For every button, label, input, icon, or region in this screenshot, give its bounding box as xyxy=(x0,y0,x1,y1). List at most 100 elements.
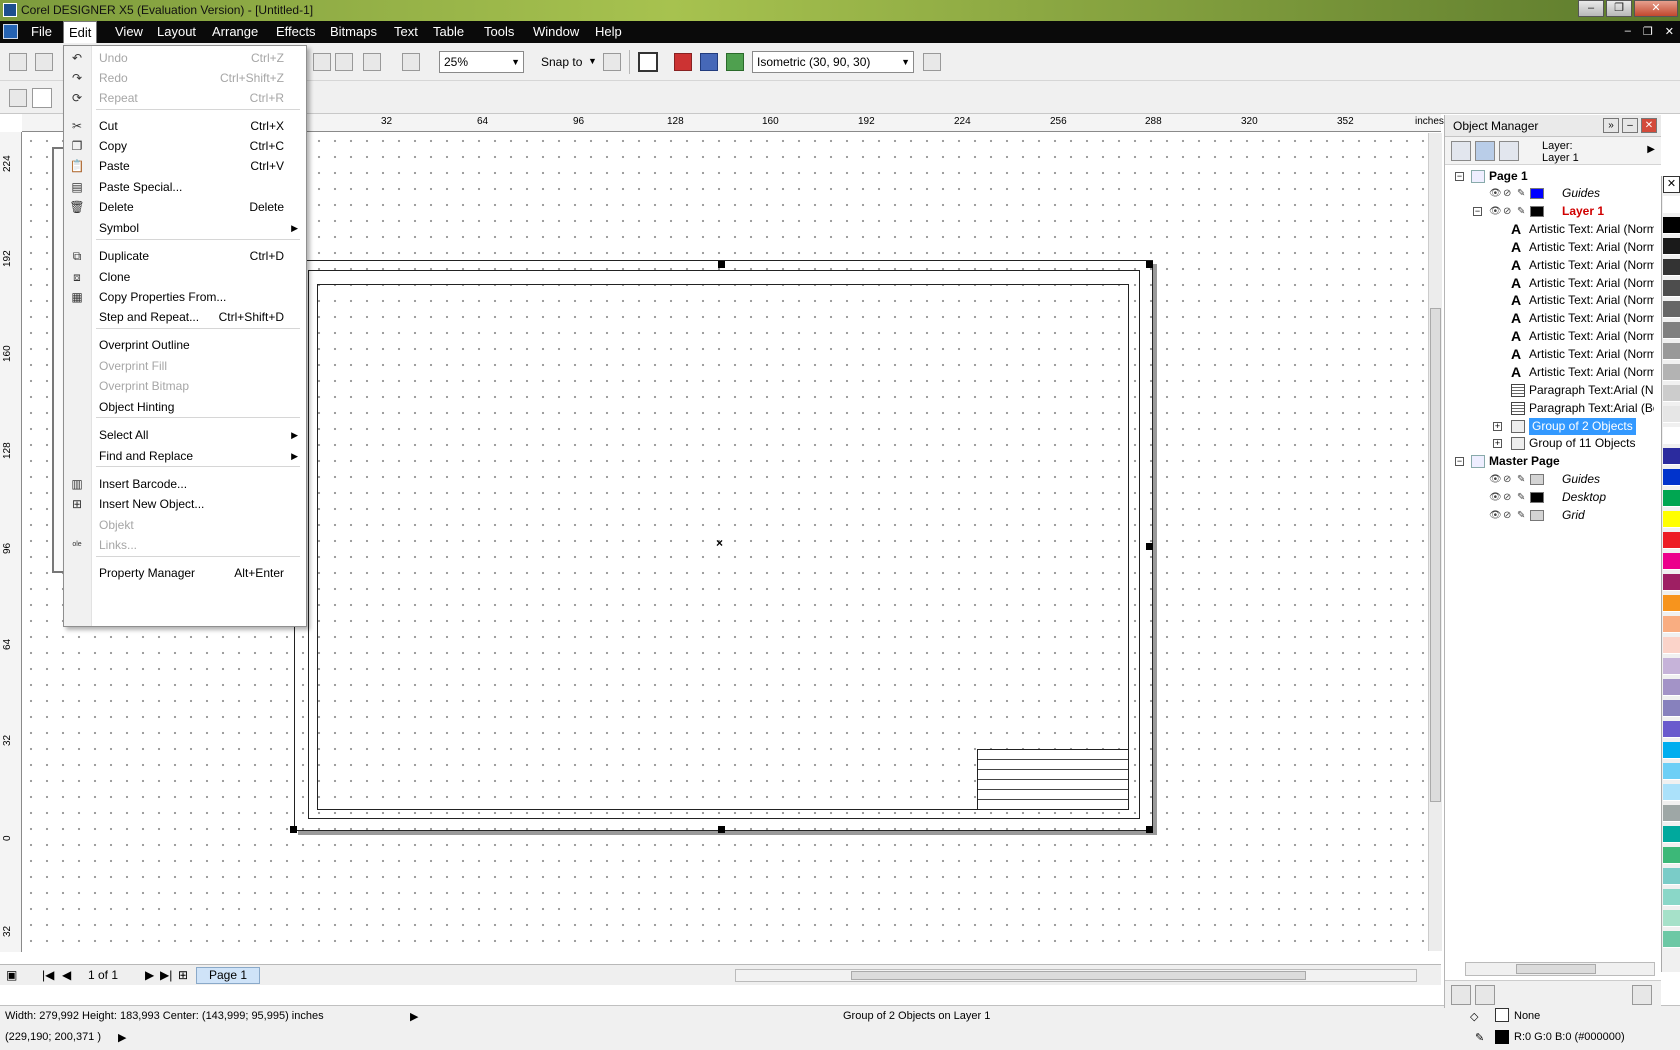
color-swatch[interactable] xyxy=(1663,637,1680,654)
selection-handle[interactable] xyxy=(718,261,725,268)
tree-node-master-page[interactable]: − Master Page xyxy=(1449,453,1654,470)
close-icon[interactable]: ✕ xyxy=(1634,0,1678,17)
object-tree[interactable]: − Page 1 👁 ⊘ ✎ Guides − 👁 ⊘ ✎ Layer 1 A Artistic Tex… xyxy=(1449,168,1654,958)
menu-item-step-and-repeat[interactable]: Step and Repeat... Ctrl+Shift+D xyxy=(64,307,306,327)
collapse-panel-icon[interactable]: » xyxy=(1603,118,1619,133)
tree-node-layer-1[interactable]: − 👁 ⊘ ✎ Layer 1 xyxy=(1449,203,1654,220)
page-view-icon[interactable] xyxy=(402,53,420,71)
color-swatch[interactable] xyxy=(1663,280,1680,297)
frame-icon[interactable] xyxy=(638,52,658,72)
color-swatch[interactable] xyxy=(1663,469,1680,486)
fill-bucket-icon[interactable] xyxy=(9,89,27,107)
visibility-eye-icon[interactable]: 👁 xyxy=(1489,206,1502,217)
tree-node-artistic-text-arial-norm[interactable]: A Artistic Text: Arial (Norm xyxy=(1449,239,1654,256)
lock-pencil-icon[interactable]: ✎ xyxy=(1517,492,1529,503)
tree-node-paragraph-text-arial-bol[interactable]: Paragraph Text:Arial (Bol xyxy=(1449,400,1654,417)
show-properties-icon[interactable] xyxy=(1451,141,1471,161)
color-palette[interactable]: ✕ xyxy=(1661,176,1680,972)
last-page-icon[interactable]: ▶| xyxy=(160,968,172,982)
panel-minimize-icon[interactable]: – xyxy=(1622,118,1638,133)
tree-node-artistic-text-arial-norm[interactable]: A Artistic Text: Arial (Norm xyxy=(1449,275,1654,292)
menu-item-clone[interactable]: ⧈ Clone xyxy=(64,267,306,287)
tree-node-artistic-text-arial-norm[interactable]: A Artistic Text: Arial (Norm xyxy=(1449,221,1654,238)
snap-to-dropdown[interactable]: Snap to xyxy=(541,55,582,69)
color-swatch[interactable] xyxy=(1663,763,1680,780)
lock-pencil-icon[interactable]: ✎ xyxy=(1517,474,1529,485)
next-page-icon[interactable]: ▶ xyxy=(145,968,154,982)
collapse-toggle-icon[interactable]: − xyxy=(1455,457,1464,466)
print-toggle-icon[interactable]: ⊘ xyxy=(1503,206,1515,217)
copy-properties-toolbar-icon[interactable] xyxy=(335,53,353,71)
menu-item-overprint-outline[interactable]: Overprint Outline xyxy=(64,335,306,355)
lock-pencil-icon[interactable]: ✎ xyxy=(1517,206,1529,217)
color-swatch[interactable] xyxy=(1663,385,1680,402)
menu-help[interactable]: Help xyxy=(590,21,627,43)
color-swatch[interactable] xyxy=(1663,322,1680,339)
menu-window[interactable]: Window xyxy=(528,21,584,43)
doc-close-icon[interactable]: ✕ xyxy=(1665,25,1674,38)
no-fill-icon[interactable] xyxy=(32,88,52,108)
color-swatch[interactable] xyxy=(1663,595,1680,612)
menu-edit[interactable]: Edit xyxy=(63,21,98,43)
tree-node-grid[interactable]: 👁 ⊘ ✎ Grid xyxy=(1449,507,1654,524)
doc-minimize-icon[interactable]: – xyxy=(1625,25,1631,38)
color-swatch[interactable] xyxy=(1663,490,1680,507)
color-swatch[interactable] xyxy=(1663,616,1680,633)
menu-item-copy-properties-from[interactable]: ▦ Copy Properties From... xyxy=(64,287,306,307)
vertical-scrollbar[interactable] xyxy=(1428,133,1442,951)
menu-item-duplicate[interactable]: ⧉ Duplicate Ctrl+D xyxy=(64,246,306,266)
center-marker-icon[interactable]: × xyxy=(716,536,723,550)
menu-item-copy[interactable]: ❐ Copy Ctrl+C xyxy=(64,136,306,156)
color-swatch[interactable] xyxy=(1663,217,1680,234)
tab-page-1[interactable]: Page 1 xyxy=(196,967,260,984)
collapse-toggle-icon[interactable]: − xyxy=(1473,207,1482,216)
color-swatch[interactable] xyxy=(1663,826,1680,843)
selection-handle[interactable] xyxy=(290,826,297,833)
expand-toggle-icon[interactable]: + xyxy=(1493,439,1502,448)
color-swatch[interactable] xyxy=(1663,658,1680,675)
minimize-icon[interactable]: – xyxy=(1578,0,1604,17)
panel-close-icon[interactable]: ✕ xyxy=(1641,118,1657,133)
tree-node-artistic-text-arial-norm[interactable]: A Artistic Text: Arial (Norm xyxy=(1449,310,1654,327)
menu-item-property-manager[interactable]: Property Manager Alt+Enter xyxy=(64,563,306,583)
tree-node-artistic-text-arial-norm[interactable]: A Artistic Text: Arial (Norm xyxy=(1449,364,1654,381)
color-swatch[interactable] xyxy=(1663,868,1680,885)
menu-tools[interactable]: Tools xyxy=(479,21,519,43)
snap-options-icon[interactable] xyxy=(603,53,621,71)
color-swatch[interactable] xyxy=(1663,889,1680,906)
menu-view[interactable]: View xyxy=(110,21,148,43)
color-swatch[interactable] xyxy=(1663,301,1680,318)
vertical-ruler[interactable]: 224 192 160 128 96 64 32 0 32 xyxy=(0,132,22,952)
menu-item-object-hinting[interactable]: Object Hinting xyxy=(64,397,306,417)
edit-across-layers-icon[interactable] xyxy=(1475,141,1495,161)
zoom-level-select[interactable]: 25% ▼ xyxy=(439,51,524,73)
color-swatch[interactable] xyxy=(1663,343,1680,360)
menu-effects[interactable]: Effects xyxy=(271,21,321,43)
visibility-eye-icon[interactable]: 👁 xyxy=(1489,188,1502,199)
visibility-eye-icon[interactable]: 👁 xyxy=(1489,492,1502,503)
new-document-icon[interactable] xyxy=(9,53,27,71)
menu-item-paste[interactable]: 📋 Paste Ctrl+V xyxy=(64,156,306,176)
new-layer-icon[interactable] xyxy=(1451,985,1471,1005)
projection-select[interactable]: Isometric (30, 90, 30) ▼ xyxy=(752,51,914,73)
print-toggle-icon[interactable]: ⊘ xyxy=(1503,474,1515,485)
tree-node-guides[interactable]: 👁 ⊘ ✎ Guides xyxy=(1449,185,1654,202)
tree-node-artistic-text-arial-norm[interactable]: A Artistic Text: Arial (Norm xyxy=(1449,328,1654,345)
color-swatch[interactable] xyxy=(1663,196,1680,213)
color-swatch[interactable] xyxy=(1663,406,1680,423)
document-icon[interactable] xyxy=(3,24,18,39)
menu-item-insert-barcode[interactable]: ▥ Insert Barcode... xyxy=(64,474,306,494)
coords-expand-icon[interactable]: ▶ xyxy=(118,1031,126,1044)
selection-handle[interactable] xyxy=(1146,543,1153,550)
scroll-thumb[interactable] xyxy=(851,971,1306,980)
color-swatch[interactable] xyxy=(1663,238,1680,255)
menu-item-select-all[interactable]: Select All ▶ xyxy=(64,425,306,445)
menu-item-paste-special[interactable]: ▤ Paste Special... xyxy=(64,177,306,197)
flyout-arrow-icon[interactable]: ▶ xyxy=(1647,144,1655,155)
expand-toggle-icon[interactable]: + xyxy=(1493,422,1502,431)
color-swatch[interactable] xyxy=(1663,847,1680,864)
menu-arrange[interactable]: Arrange xyxy=(207,21,263,43)
delete-layer-icon[interactable] xyxy=(1632,985,1652,1005)
lock-pencil-icon[interactable]: ✎ xyxy=(1517,510,1529,521)
color-swatch[interactable] xyxy=(1663,364,1680,381)
